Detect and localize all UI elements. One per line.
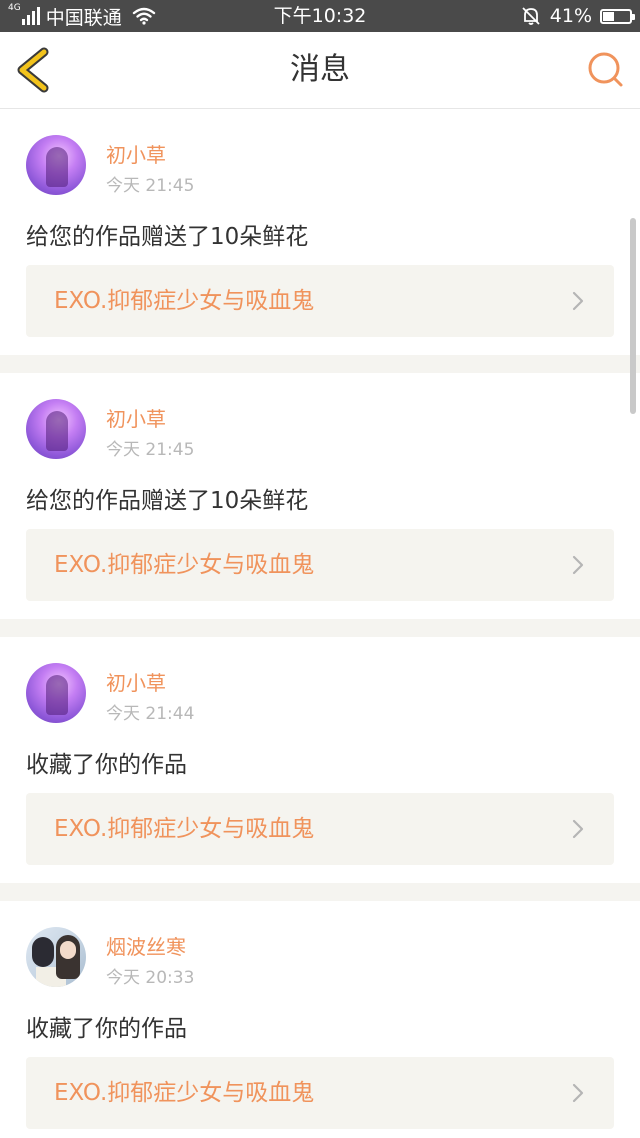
user-name[interactable]: 烟波丝寒 bbox=[106, 931, 186, 960]
user-name[interactable]: 初小草 bbox=[106, 403, 166, 432]
work-title: EXO.抑郁症少女与吸血鬼 bbox=[54, 1080, 315, 1106]
avatar-figure bbox=[60, 941, 76, 959]
divider bbox=[0, 619, 640, 637]
battery-percent: 41% bbox=[549, 5, 592, 27]
work-title: EXO.抑郁症少女与吸血鬼 bbox=[54, 552, 315, 578]
message-text: 收藏了你的作品 bbox=[26, 752, 187, 778]
message-time: 今天 21:45 bbox=[106, 176, 195, 196]
message-list: 初小草 今天 21:45 给您的作品赠送了10朵鲜花 EXO.抑郁症少女与吸血鬼… bbox=[0, 109, 640, 1138]
chevron-right-icon bbox=[572, 819, 584, 839]
message-text: 给您的作品赠送了10朵鲜花 bbox=[26, 488, 309, 514]
message-time: 今天 20:33 bbox=[106, 968, 195, 988]
search-button[interactable] bbox=[586, 50, 626, 90]
divider bbox=[0, 883, 640, 901]
divider bbox=[0, 355, 640, 373]
search-icon bbox=[588, 52, 623, 87]
user-name[interactable]: 初小草 bbox=[106, 139, 166, 168]
header: 消息 bbox=[0, 32, 640, 109]
work-title: EXO.抑郁症少女与吸血鬼 bbox=[54, 816, 315, 842]
screen: 4G 中国联通 下午10:32 41% 消息 初小草 今天 21:45 给您的作… bbox=[0, 0, 640, 1138]
scrollbar[interactable] bbox=[630, 218, 636, 414]
status-right: 41% bbox=[520, 4, 635, 28]
message-text: 给您的作品赠送了10朵鲜花 bbox=[26, 224, 309, 250]
avatar-figure bbox=[46, 411, 68, 451]
battery-fill bbox=[603, 11, 614, 21]
message-time: 今天 21:44 bbox=[106, 704, 195, 724]
work-link[interactable]: EXO.抑郁症少女与吸血鬼 bbox=[26, 793, 614, 865]
message-item: 初小草 今天 21:45 给您的作品赠送了10朵鲜花 EXO.抑郁症少女与吸血鬼 bbox=[0, 373, 640, 619]
work-link[interactable]: EXO.抑郁症少女与吸血鬼 bbox=[26, 265, 614, 337]
page-title: 消息 bbox=[290, 52, 350, 87]
avatar-figure bbox=[46, 675, 68, 715]
work-link[interactable]: EXO.抑郁症少女与吸血鬼 bbox=[26, 1057, 614, 1129]
avatar[interactable] bbox=[26, 927, 86, 987]
message-item: 初小草 今天 21:45 给您的作品赠送了10朵鲜花 EXO.抑郁症少女与吸血鬼 bbox=[0, 109, 640, 355]
avatar[interactable] bbox=[26, 663, 86, 723]
avatar[interactable] bbox=[26, 135, 86, 195]
avatar-figure bbox=[32, 937, 54, 967]
user-name[interactable]: 初小草 bbox=[106, 667, 166, 696]
mute-bell-icon bbox=[522, 7, 540, 25]
status-bar: 4G 中国联通 下午10:32 41% bbox=[0, 0, 640, 32]
chevron-right-icon bbox=[572, 1083, 584, 1103]
avatar-figure bbox=[46, 147, 68, 187]
battery-icon bbox=[600, 8, 635, 24]
work-link[interactable]: EXO.抑郁症少女与吸血鬼 bbox=[26, 529, 614, 601]
chevron-right-icon bbox=[572, 291, 584, 311]
chevron-right-icon bbox=[572, 555, 584, 575]
message-text: 收藏了你的作品 bbox=[26, 1016, 187, 1042]
avatar[interactable] bbox=[26, 399, 86, 459]
message-item: 烟波丝寒 今天 20:33 收藏了你的作品 EXO.抑郁症少女与吸血鬼 bbox=[0, 901, 640, 1138]
message-time: 今天 21:45 bbox=[106, 440, 195, 460]
message-item: 初小草 今天 21:44 收藏了你的作品 EXO.抑郁症少女与吸血鬼 bbox=[0, 637, 640, 883]
work-title: EXO.抑郁症少女与吸血鬼 bbox=[54, 288, 315, 314]
